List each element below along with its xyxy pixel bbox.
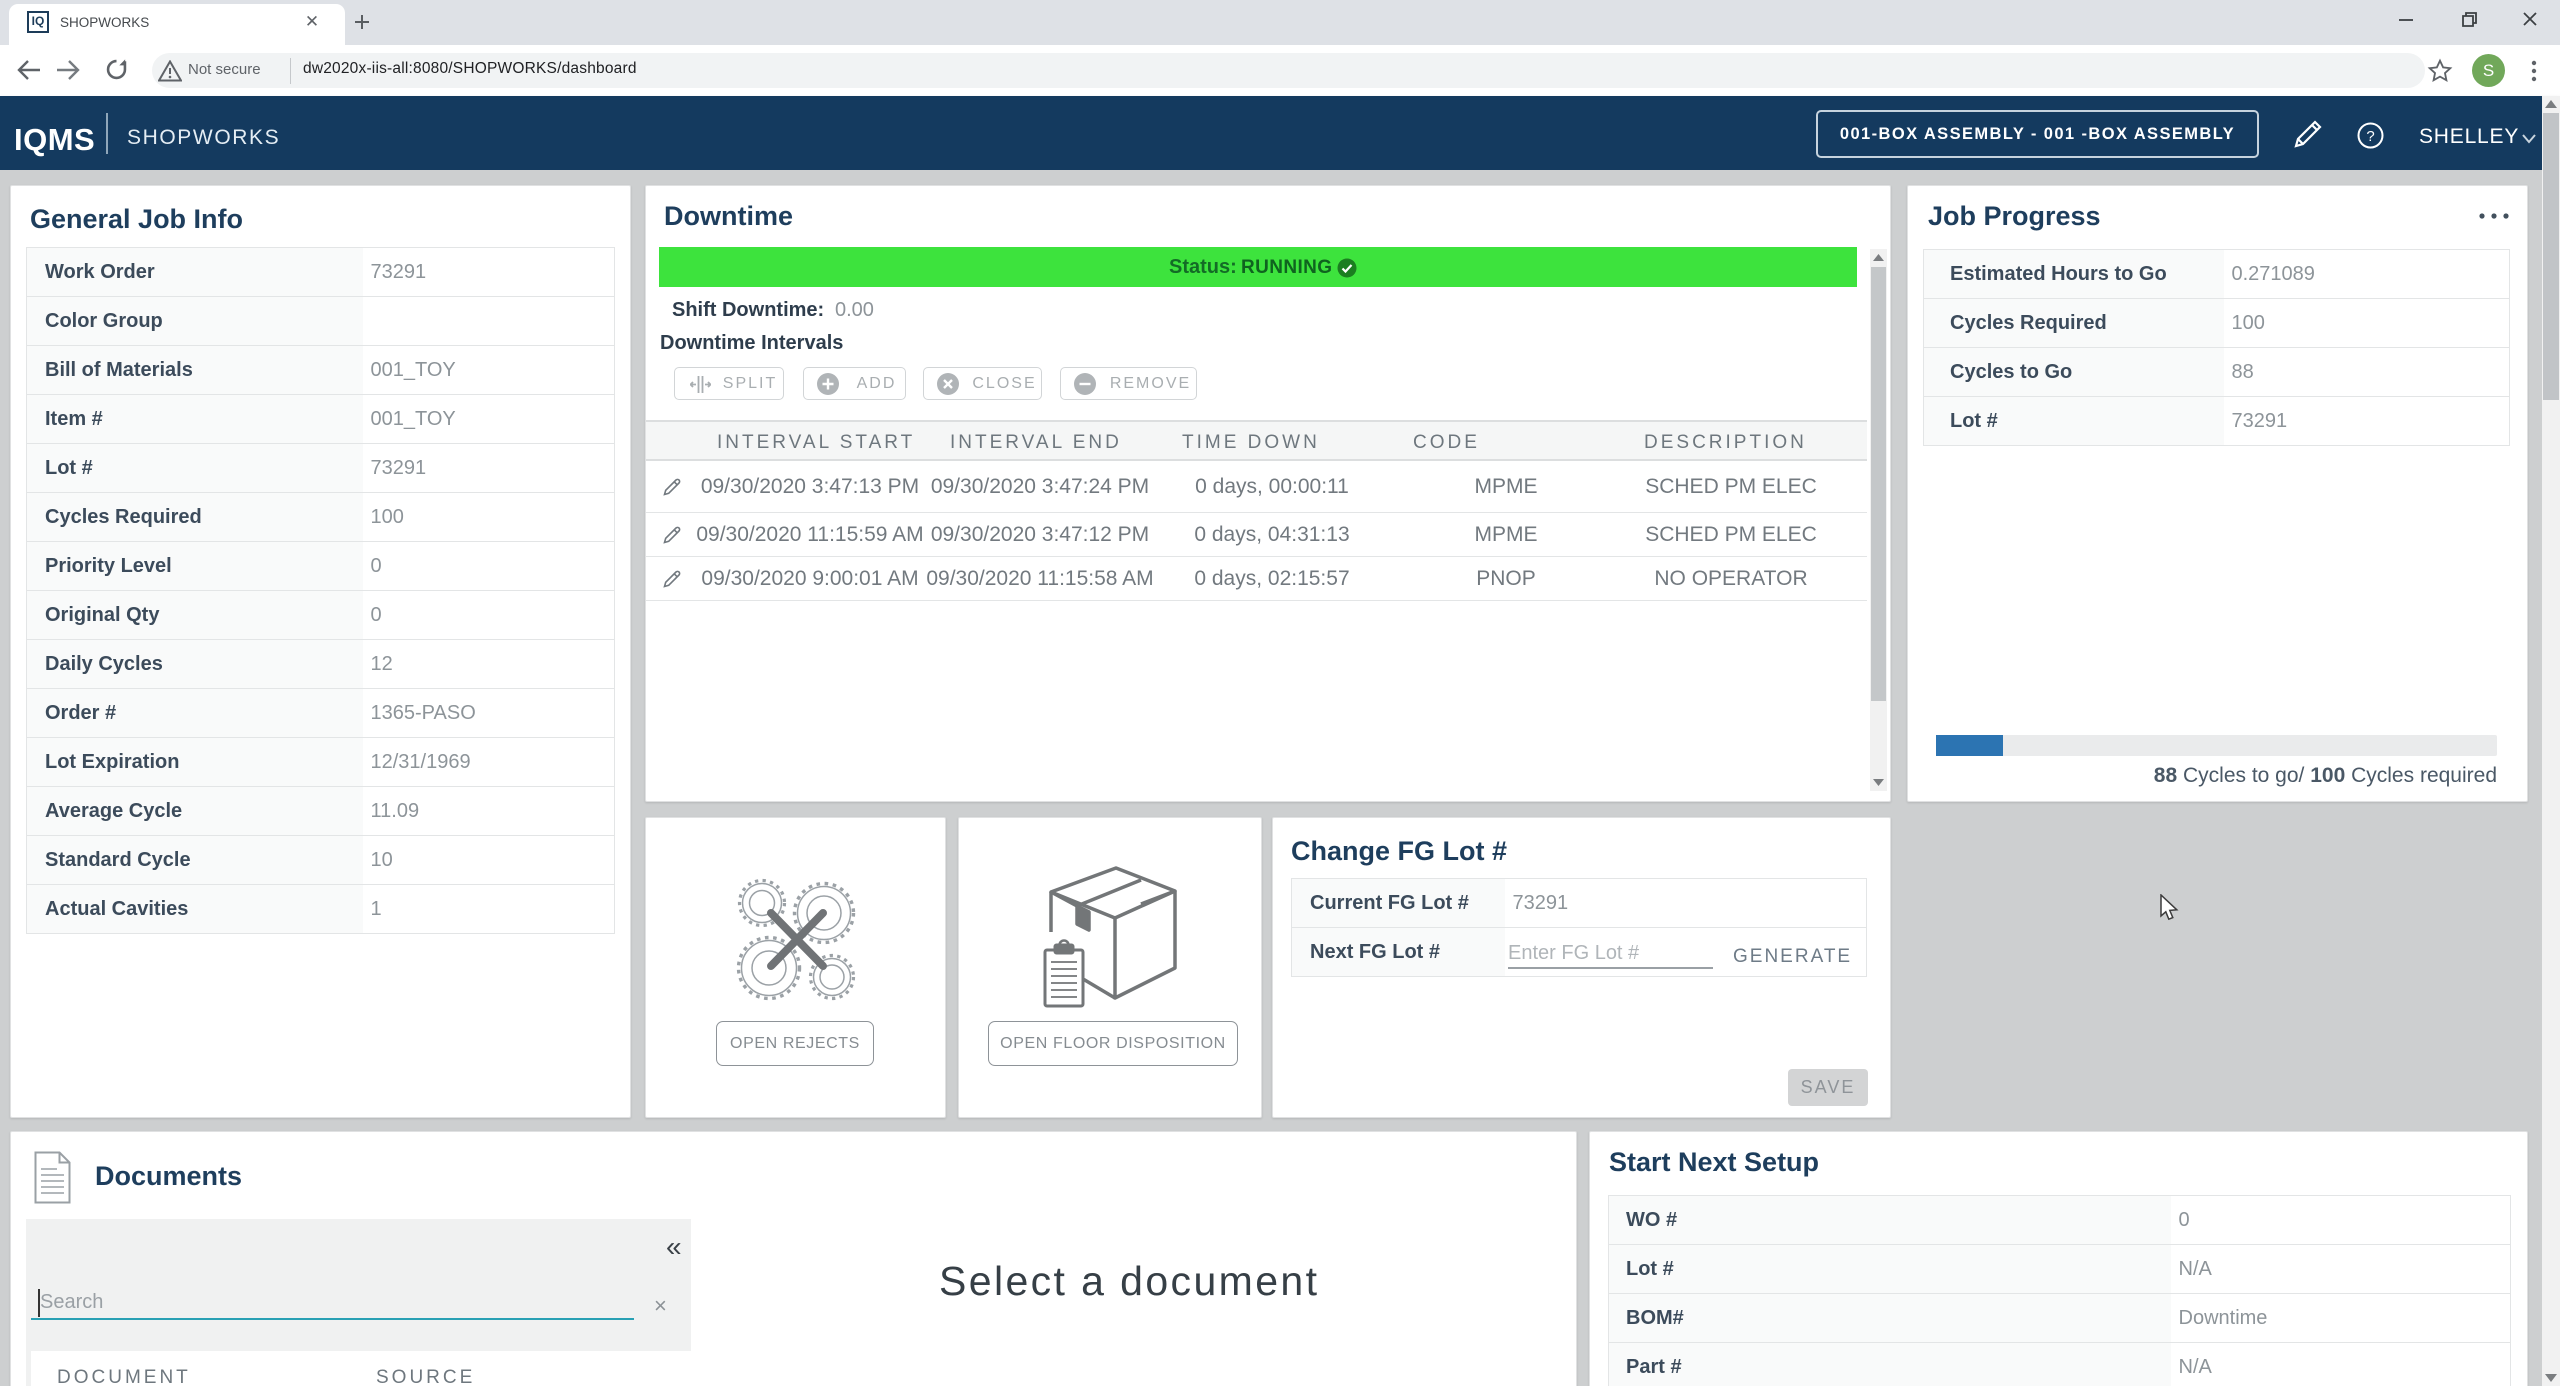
svg-text:?: ? <box>2366 128 2374 145</box>
